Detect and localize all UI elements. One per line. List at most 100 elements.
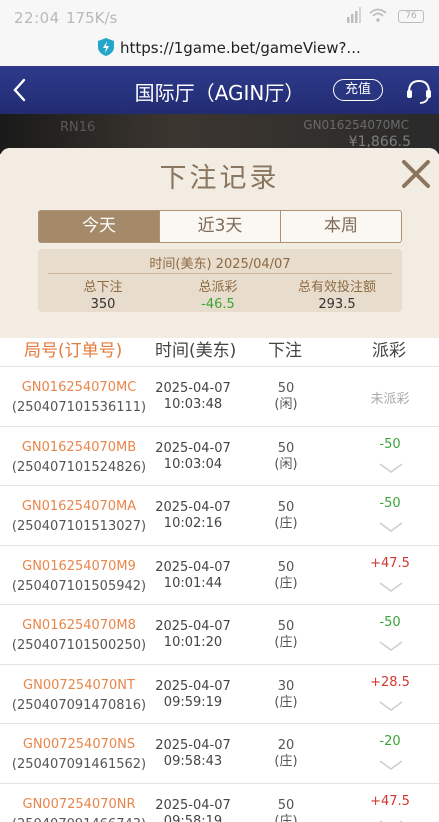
app-header: 国际厅（AGIN厅） 充值 bbox=[0, 66, 439, 114]
round-id[interactable]: GN016254070MB bbox=[0, 440, 158, 455]
bet-side: (闲) bbox=[274, 397, 298, 412]
customer-service-icon[interactable] bbox=[405, 77, 433, 105]
bet-date: 2025-04-07 bbox=[155, 678, 231, 694]
status-bar: 22:04 175K/s 76 bbox=[0, 0, 439, 34]
round-id[interactable]: GN016254070M8 bbox=[0, 618, 158, 633]
chevron-down-icon[interactable] bbox=[378, 700, 404, 712]
round-id[interactable]: GN016254070MC bbox=[0, 380, 158, 395]
bet-side: (庄) bbox=[274, 694, 298, 710]
bet-date: 2025-04-07 bbox=[155, 738, 231, 753]
wifi-icon bbox=[369, 8, 387, 22]
payout-value: +47.5 bbox=[370, 793, 410, 809]
table-row[interactable]: GN007254070NS (250407091461562) 2025-04-07… bbox=[0, 723, 439, 783]
bet-value: 50 bbox=[277, 381, 295, 396]
order-number: (250407101524826) bbox=[11, 459, 147, 475]
bet-side: (庄) bbox=[274, 813, 298, 822]
order-number: (250407101500250) bbox=[11, 638, 147, 653]
bet-datetime: 2025-04-07 09:58:43 bbox=[144, 738, 242, 770]
bet-datetime: 2025-04-07 10:03:04 bbox=[144, 441, 242, 473]
bet-value: 20 bbox=[277, 738, 295, 753]
url-text[interactable]: https://1game.bet/gameView?... bbox=[120, 39, 361, 57]
bet-time: 10:01:20 bbox=[163, 635, 223, 650]
bet-value: 50 bbox=[277, 440, 295, 456]
bet-amount: 20 (庄) bbox=[256, 738, 316, 770]
bet-date: 2025-04-07 bbox=[155, 381, 231, 396]
round-id[interactable]: GN016254070M9 bbox=[0, 559, 158, 574]
column-payout: 派彩 bbox=[372, 341, 406, 361]
total-payout-label: 总派彩 bbox=[198, 280, 238, 295]
tab-today[interactable]: 今天 bbox=[39, 211, 160, 242]
close-icon[interactable] bbox=[400, 158, 432, 190]
payout-value: -50 bbox=[379, 436, 401, 452]
bet-side: (庄) bbox=[274, 516, 298, 531]
bet-value: 50 bbox=[277, 500, 295, 515]
effective-bet-value: 293.5 bbox=[318, 297, 356, 312]
table-row[interactable]: GN007254070NT (250407091470816) 2025-04-07… bbox=[0, 663, 439, 724]
summary-divider bbox=[48, 273, 392, 274]
table-row[interactable]: GN016254070M8 (250407101500250) 2025-04-07… bbox=[0, 604, 439, 664]
table-row[interactable]: GN016254070MA (250407101513027) 2025-04-07… bbox=[0, 485, 439, 545]
payout-value: -50 bbox=[379, 615, 401, 630]
bet-side: (庄) bbox=[274, 754, 298, 769]
bet-side: (庄) bbox=[274, 575, 298, 591]
bet-amount: 50 (庄) bbox=[256, 619, 316, 651]
bet-date: 2025-04-07 bbox=[155, 559, 231, 575]
summary-date: 时间(美东) 2025/04/07 bbox=[149, 257, 291, 272]
effective-bet-block: 总有效投注额 293.5 bbox=[272, 276, 402, 312]
round-id[interactable]: GN016254070MA bbox=[0, 499, 158, 514]
tab-last-3-days[interactable]: 近3天 bbox=[160, 211, 281, 242]
order-number: (250407091461562) bbox=[11, 757, 147, 772]
date-range-tabs: 今天 近3天 本周 bbox=[38, 210, 402, 243]
bet-time: 10:02:16 bbox=[163, 516, 223, 531]
summary-panel: 时间(美东) 2025/04/07 总下注 350 总派彩 -46.5 总有效投… bbox=[38, 249, 402, 312]
round-id[interactable]: GN007254070NT bbox=[0, 678, 158, 693]
order-number: (250407101536111) bbox=[11, 400, 147, 415]
column-order: 局号(订单号) bbox=[24, 341, 123, 361]
bet-datetime: 2025-04-07 09:58:19 bbox=[144, 798, 242, 822]
column-bet: 下注 bbox=[268, 341, 302, 361]
bet-value: 50 bbox=[277, 619, 295, 634]
recharge-button[interactable]: 充值 bbox=[333, 79, 383, 101]
round-id[interactable]: GN007254070NR bbox=[0, 797, 158, 812]
order-number: (250407091466743) bbox=[0, 817, 158, 822]
table-row[interactable]: GN007254070NR (250407091466743)2025-04-07… bbox=[0, 782, 439, 822]
bet-time: 10:03:48 bbox=[163, 397, 223, 412]
round-id: GN016254070MC bbox=[303, 118, 409, 132]
total-bet-block: 总下注 350 bbox=[38, 276, 168, 312]
bet-datetime: 2025-04-07 10:03:48 bbox=[144, 381, 242, 413]
browser-url-bar[interactable]: https://1game.bet/gameView?... bbox=[0, 34, 439, 66]
table-row[interactable]: GN016254070M9 (250407101505942) 2025-04-07… bbox=[0, 544, 439, 605]
bet-side: (庄) bbox=[274, 635, 298, 650]
order-number: (250407101505942) bbox=[11, 578, 147, 594]
chevron-down-icon[interactable] bbox=[378, 759, 404, 771]
chevron-down-icon[interactable] bbox=[378, 521, 404, 533]
payout-value: 未派彩 bbox=[370, 392, 410, 407]
modal-header: 下注记录 今天 近3天 本周 时间(美东) 2025/04/07 总下注 350… bbox=[0, 148, 439, 338]
bet-date: 2025-04-07 bbox=[155, 500, 231, 515]
bet-datetime: 2025-04-07 10:02:16 bbox=[144, 500, 242, 532]
chevron-down-icon[interactable] bbox=[378, 462, 404, 474]
tab-this-week[interactable]: 本周 bbox=[281, 211, 401, 242]
bet-datetime: 2025-04-07 09:59:19 bbox=[144, 679, 242, 711]
bet-amount: 50 (闲) bbox=[256, 441, 316, 473]
total-bet-label: 总下注 bbox=[83, 280, 123, 295]
status-time: 22:04 bbox=[14, 9, 60, 27]
round-id[interactable]: GN007254070NS bbox=[0, 737, 158, 752]
bet-amount: 50 (闲) bbox=[256, 381, 316, 413]
chevron-down-icon[interactable] bbox=[378, 581, 404, 593]
bet-date: 2025-04-07 bbox=[155, 619, 231, 634]
table-row[interactable]: GN016254070MC (250407101536111) 2025-04-07… bbox=[0, 366, 439, 426]
total-payout-value: -46.5 bbox=[201, 297, 235, 312]
bet-amount: 30 (庄) bbox=[256, 679, 316, 711]
bet-time: 10:01:44 bbox=[163, 575, 223, 591]
bet-amount: 50 (庄) bbox=[256, 560, 316, 592]
bet-value: 50 bbox=[277, 797, 295, 813]
table-row[interactable]: GN016254070MB (250407101524826) 2025-04-07… bbox=[0, 425, 439, 486]
chevron-down-icon[interactable] bbox=[378, 819, 404, 822]
order-number: (250407091470816) bbox=[11, 697, 147, 713]
bet-side: (闲) bbox=[274, 456, 298, 472]
bet-record-modal: 下注记录 今天 近3天 本周 时间(美东) 2025/04/07 总下注 350… bbox=[0, 148, 439, 822]
bet-time: 09:58:19 bbox=[163, 813, 223, 822]
chevron-down-icon[interactable] bbox=[378, 640, 404, 652]
total-bet-value: 350 bbox=[90, 297, 116, 312]
